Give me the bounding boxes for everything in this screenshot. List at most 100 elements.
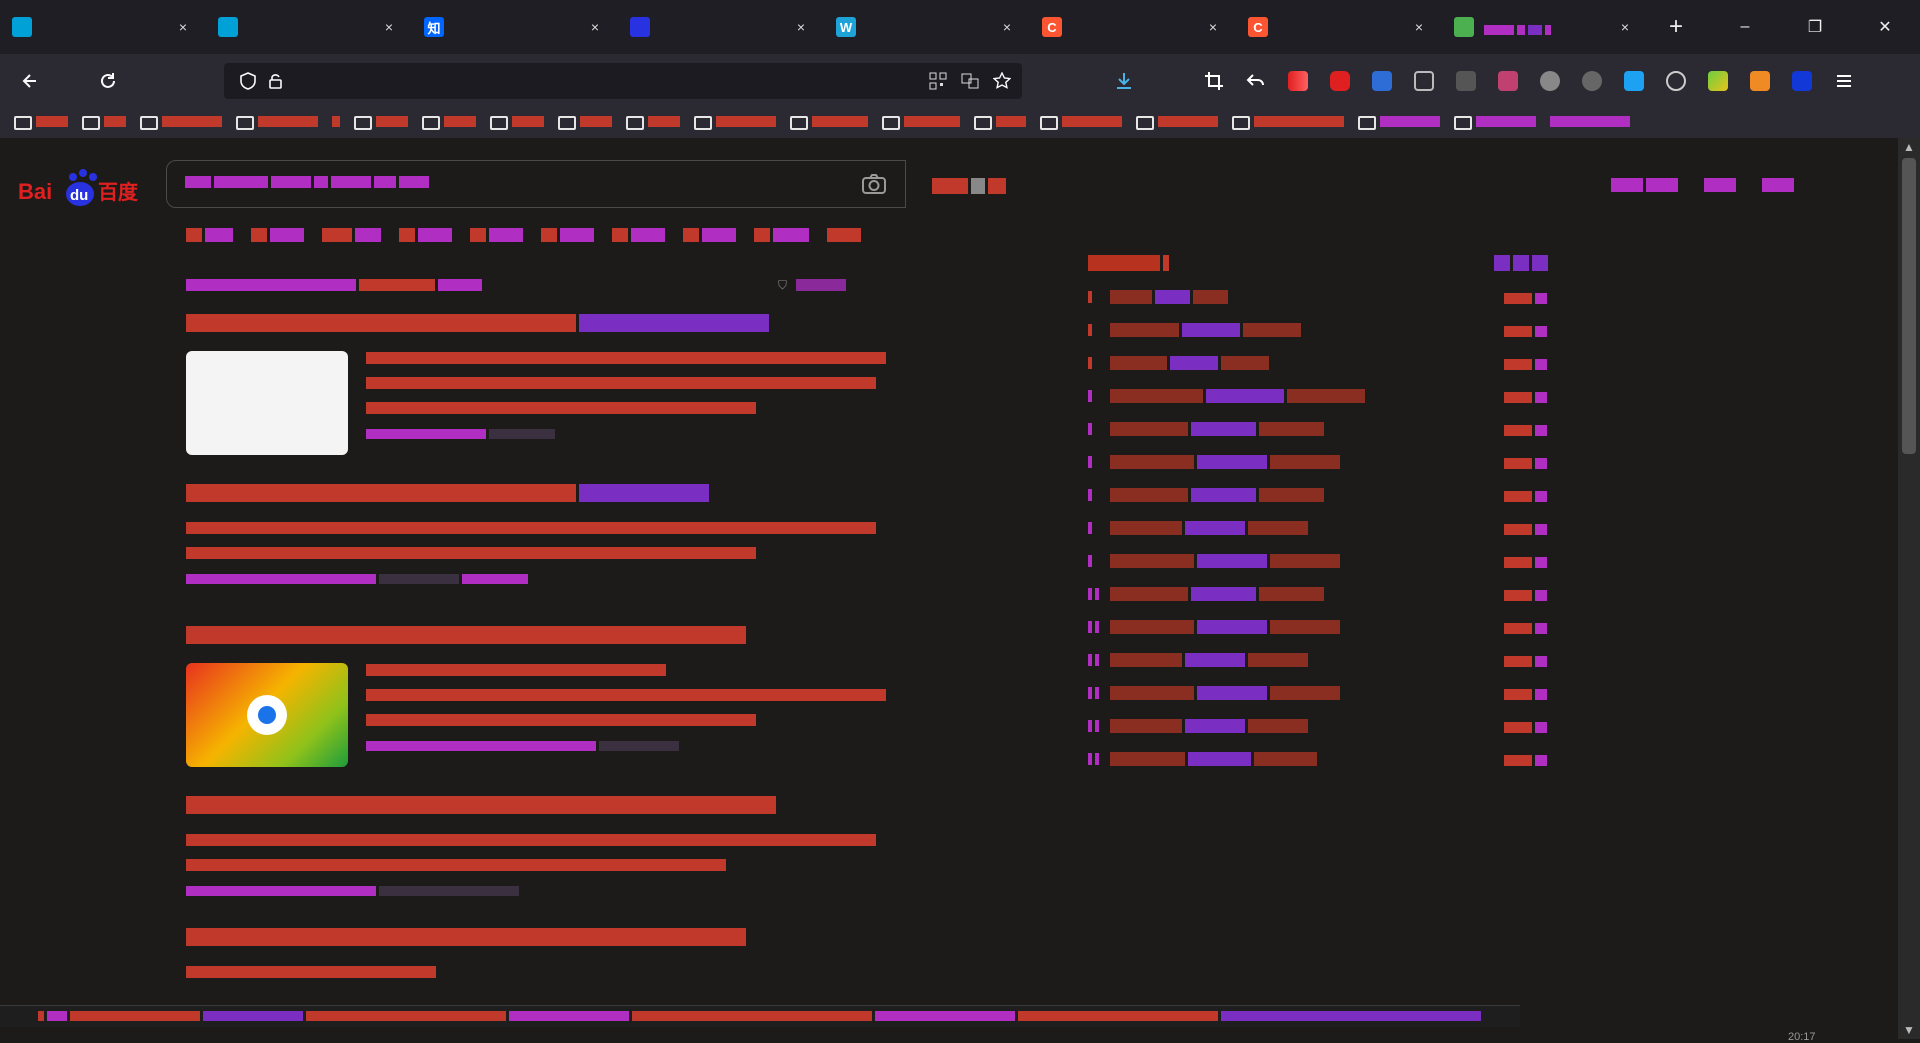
bilibili-extension-icon[interactable] bbox=[1490, 63, 1526, 99]
search-category-tab[interactable] bbox=[612, 228, 665, 247]
bookmark-folder[interactable] bbox=[1040, 112, 1122, 134]
search-category-tab[interactable] bbox=[754, 228, 809, 247]
tab-close-icon[interactable]: × bbox=[1410, 18, 1428, 36]
reload-button[interactable] bbox=[88, 61, 128, 101]
hot-search-item[interactable] bbox=[1088, 511, 1548, 544]
browser-tab[interactable]: × bbox=[206, 0, 412, 54]
result-title-link[interactable] bbox=[186, 796, 886, 821]
hot-search-item[interactable] bbox=[1088, 643, 1548, 676]
browser-tab[interactable]: C × bbox=[1030, 0, 1236, 54]
result-title-link[interactable] bbox=[186, 314, 886, 339]
browser-tab[interactable]: 知 × bbox=[412, 0, 618, 54]
page-scrollbar[interactable]: ▲ ▼ bbox=[1898, 138, 1920, 1039]
qr-code-icon[interactable] bbox=[924, 67, 952, 95]
hot-search-item[interactable] bbox=[1088, 412, 1548, 445]
hot-search-item[interactable] bbox=[1088, 346, 1548, 379]
search-input[interactable] bbox=[166, 160, 906, 208]
tab-close-icon[interactable]: × bbox=[1616, 18, 1634, 36]
url-bar[interactable] bbox=[224, 63, 1022, 99]
search-tools[interactable]: ⛉ bbox=[778, 278, 846, 292]
baidu-logo[interactable]: Bai du 百度 bbox=[18, 168, 148, 208]
hot-search-item[interactable] bbox=[1088, 544, 1548, 577]
search-category-tab[interactable] bbox=[399, 228, 452, 247]
result-source[interactable] bbox=[366, 738, 679, 751]
search-category-tab[interactable] bbox=[251, 228, 304, 247]
new-tab-button[interactable]: + bbox=[1656, 7, 1696, 47]
camera-icon[interactable] bbox=[861, 173, 887, 195]
bookmark-folder[interactable] bbox=[82, 112, 126, 134]
mute-extension-icon[interactable] bbox=[1448, 63, 1484, 99]
translate-extension-icon[interactable] bbox=[1364, 63, 1400, 99]
back-button[interactable] bbox=[10, 61, 50, 101]
close-window-button[interactable]: ✕ bbox=[1850, 0, 1920, 54]
green-extension-icon[interactable] bbox=[1700, 63, 1736, 99]
hot-search-item[interactable] bbox=[1088, 610, 1548, 643]
scroll-up-icon[interactable]: ▲ bbox=[1902, 140, 1916, 154]
bookmark-folder[interactable] bbox=[1136, 112, 1218, 134]
fox-extension-icon[interactable] bbox=[1742, 63, 1778, 99]
menu-icon[interactable] bbox=[1826, 63, 1862, 99]
dots-extension-icon[interactable] bbox=[1532, 63, 1568, 99]
undo-icon[interactable] bbox=[1238, 63, 1274, 99]
result-title-link[interactable] bbox=[186, 928, 886, 953]
result-source[interactable] bbox=[366, 426, 596, 439]
result-source[interactable] bbox=[186, 883, 519, 896]
youtube-extension-icon[interactable] bbox=[1322, 63, 1358, 99]
bookmark-folder[interactable] bbox=[1358, 112, 1440, 134]
bookmark-folder[interactable] bbox=[558, 112, 612, 134]
hot-search-item[interactable] bbox=[1088, 478, 1548, 511]
top-nav-link[interactable] bbox=[1611, 178, 1678, 197]
top-nav-link[interactable] bbox=[1762, 178, 1794, 197]
hot-search-item[interactable] bbox=[1088, 676, 1548, 709]
crop-screenshot-icon[interactable] bbox=[1196, 63, 1232, 99]
hot-search-item[interactable] bbox=[1088, 445, 1548, 478]
minimize-button[interactable]: – bbox=[1710, 0, 1780, 54]
tab-close-icon[interactable]: × bbox=[380, 18, 398, 36]
tab-close-icon[interactable]: × bbox=[792, 18, 810, 36]
browser-tab[interactable]: W × bbox=[824, 0, 1030, 54]
tab-close-icon[interactable]: × bbox=[1204, 18, 1222, 36]
search-category-tab[interactable] bbox=[541, 228, 594, 247]
sound-wave-extension-icon[interactable] bbox=[1280, 63, 1316, 99]
search-button[interactable] bbox=[932, 178, 1018, 200]
bookmark-folder[interactable] bbox=[790, 112, 868, 134]
hot-search-item[interactable] bbox=[1088, 577, 1548, 610]
tab-close-icon[interactable]: × bbox=[998, 18, 1016, 36]
browser-tab[interactable]: C × bbox=[1236, 0, 1442, 54]
translate-icon[interactable] bbox=[956, 67, 984, 95]
result-thumbnail[interactable] bbox=[186, 351, 348, 455]
bookmark-folder[interactable] bbox=[882, 112, 960, 134]
search-query[interactable] bbox=[185, 175, 429, 193]
browser-tab[interactable]: × bbox=[618, 0, 824, 54]
refresh-link[interactable] bbox=[1494, 254, 1548, 276]
lock-icon[interactable] bbox=[262, 67, 290, 95]
restore-button[interactable]: ❐ bbox=[1780, 0, 1850, 54]
result-source[interactable] bbox=[186, 571, 528, 584]
result-title-link[interactable] bbox=[186, 484, 886, 509]
tab-close-icon[interactable]: × bbox=[586, 18, 604, 36]
bookmark-folder[interactable] bbox=[490, 112, 544, 134]
bookmark-folder[interactable] bbox=[14, 112, 68, 134]
hot-search-item[interactable] bbox=[1088, 709, 1548, 742]
bookmark-folder[interactable] bbox=[694, 112, 776, 134]
downloads-button[interactable] bbox=[1104, 61, 1144, 101]
chrome-logo-thumbnail[interactable] bbox=[186, 663, 348, 767]
eyes-extension-icon[interactable] bbox=[1574, 63, 1610, 99]
shield-icon[interactable] bbox=[234, 67, 262, 95]
top-nav-link[interactable] bbox=[1704, 178, 1736, 197]
hot-search-item[interactable] bbox=[1088, 313, 1548, 346]
search-category-tab[interactable] bbox=[470, 228, 523, 247]
reader-extension-icon[interactable] bbox=[1406, 63, 1442, 99]
scrollbar-thumb[interactable] bbox=[1902, 158, 1916, 454]
hot-search-item[interactable] bbox=[1088, 742, 1548, 775]
browser-tab[interactable]: × bbox=[0, 0, 206, 54]
search-category-tab[interactable] bbox=[683, 228, 736, 247]
bookmark-folder[interactable] bbox=[236, 112, 318, 134]
bookmark-folder[interactable] bbox=[1550, 112, 1630, 134]
bookmark-folder[interactable] bbox=[1454, 112, 1536, 134]
bookmark-folder[interactable] bbox=[626, 112, 680, 134]
globe-extension-icon[interactable] bbox=[1658, 63, 1694, 99]
result-title-link[interactable] bbox=[186, 626, 886, 651]
bookmark-folder[interactable] bbox=[332, 112, 340, 134]
bookmark-folder[interactable] bbox=[422, 112, 476, 134]
